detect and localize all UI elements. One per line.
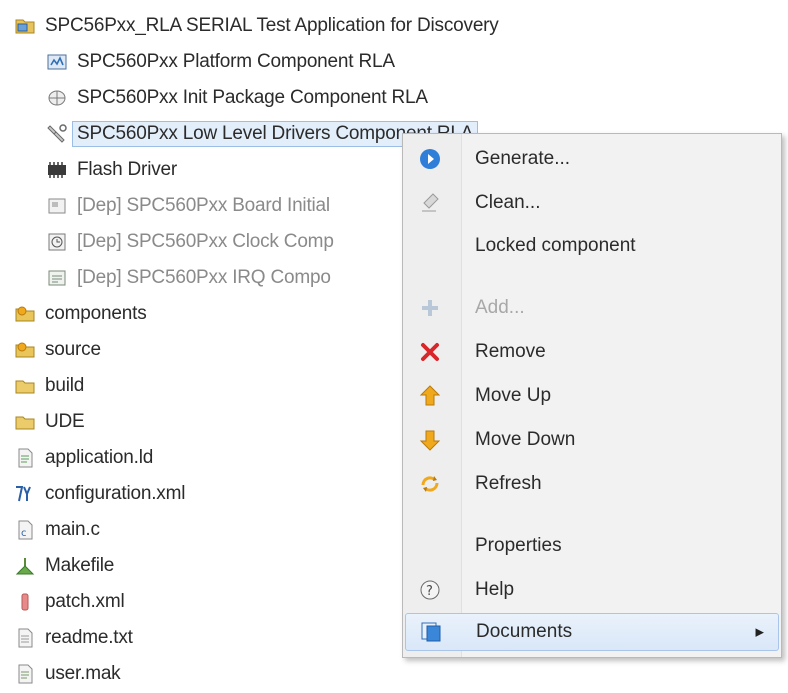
clean-icon <box>417 190 443 216</box>
menu-item-clean[interactable]: Clean... <box>405 184 779 222</box>
menu-item-label: Clean... <box>475 192 541 213</box>
submenu-arrow-icon: ▶ <box>755 626 764 639</box>
generate-icon <box>417 146 443 172</box>
tree-item-label: SPC56Pxx_RLA SERIAL Test Application for… <box>45 15 499 36</box>
menu-item-label: Locked component <box>475 235 636 256</box>
ld-file-icon <box>14 447 36 469</box>
tree-item-label: build <box>45 375 85 396</box>
tree-item-makefile[interactable]: Makefile <box>14 550 114 582</box>
c-file-icon: c <box>14 519 36 541</box>
tree-item-label: application.ld <box>45 447 154 468</box>
xml-config-icon <box>14 483 36 505</box>
tree-item-board-init[interactable]: [Dep] SPC560Pxx Board Initial <box>46 190 330 222</box>
tree-item-label: [Dep] SPC560Pxx Board Initial <box>77 195 330 216</box>
tree-item-user-mak[interactable]: user.mak <box>14 658 121 690</box>
menu-item-locked-component[interactable]: Locked component <box>405 227 779 265</box>
documents-icon <box>418 619 444 645</box>
tree-item-application-ld[interactable]: application.ld <box>14 442 153 474</box>
menu-item-move-down[interactable]: Move Down <box>405 421 779 459</box>
tree-item-label: UDE <box>45 411 85 432</box>
tree-item-label: user.mak <box>45 663 121 684</box>
menu-item-label: Add... <box>475 297 525 318</box>
menu-item-move-up[interactable]: Move Up <box>405 377 779 415</box>
tree-item-patch-xml[interactable]: patch.xml <box>14 586 125 618</box>
tree-item-main-c[interactable]: c main.c <box>14 514 100 546</box>
tree-item-label: SPC560Pxx Init Package Component RLA <box>77 87 428 108</box>
menu-item-label: Move Up <box>475 385 552 406</box>
menu-item-no-icon <box>417 233 443 259</box>
tree-item-project[interactable]: SPC56Pxx_RLA SERIAL Test Application for… <box>14 10 499 42</box>
tree-item-label: patch.xml <box>45 591 125 612</box>
flash-driver-icon <box>46 159 68 181</box>
menu-item-remove[interactable]: Remove <box>405 333 779 371</box>
mak-file-icon <box>14 663 36 685</box>
tree-item-platform-component[interactable]: SPC560Pxx Platform Component RLA <box>46 46 395 78</box>
board-init-icon <box>46 195 68 217</box>
tree-item-configuration-xml[interactable]: configuration.xml <box>14 478 185 510</box>
move-up-icon <box>417 383 443 409</box>
xml-file-icon <box>14 591 36 613</box>
makefile-icon <box>14 555 36 577</box>
project-icon <box>14 15 36 37</box>
menu-item-label: Documents <box>476 621 573 642</box>
folder-icon <box>14 375 36 397</box>
tree-item-label: source <box>45 339 101 360</box>
menu-item-label: Refresh <box>475 473 542 494</box>
menu-item-help[interactable]: ? Help <box>405 571 779 609</box>
add-icon <box>417 295 443 321</box>
remove-icon <box>417 339 443 365</box>
tree-item-irq-component[interactable]: [Dep] SPC560Pxx IRQ Compo <box>46 262 331 294</box>
tree-item-label: readme.txt <box>45 627 133 648</box>
svg-text:c: c <box>21 528 26 539</box>
tree-item-ude-folder[interactable]: UDE <box>14 406 85 438</box>
tree-item-readme-txt[interactable]: readme.txt <box>14 622 133 654</box>
tree-item-label: Makefile <box>45 555 115 576</box>
irq-component-icon <box>46 267 68 289</box>
menu-item-label: Move Down <box>475 429 576 450</box>
tree-item-flash-driver[interactable]: Flash Driver <box>46 154 177 186</box>
menu-item-label: Generate... <box>475 148 571 169</box>
menu-item-label: Help <box>475 579 515 600</box>
menu-item-add[interactable]: Add... <box>405 289 779 327</box>
help-icon: ? <box>417 577 443 603</box>
tree-item-init-package[interactable]: SPC560Pxx Init Package Component RLA <box>46 82 428 114</box>
tree-item-label: SPC560Pxx Platform Component RLA <box>77 51 395 72</box>
menu-item-label: Remove <box>475 341 546 362</box>
clock-component-icon <box>46 231 68 253</box>
source-folder-icon <box>14 339 36 361</box>
tree-item-clock-component[interactable]: [Dep] SPC560Pxx Clock Comp <box>46 226 334 258</box>
tree-item-label: configuration.xml <box>45 483 186 504</box>
source-folder-icon <box>14 303 36 325</box>
tree-item-label: [Dep] SPC560Pxx Clock Comp <box>77 231 334 252</box>
tree-item-source-folder[interactable]: source <box>14 334 101 366</box>
menu-item-label: Properties <box>475 535 562 556</box>
tree-item-label: [Dep] SPC560Pxx IRQ Compo <box>77 267 331 288</box>
tree-item-label: Flash Driver <box>77 159 178 180</box>
menu-item-refresh[interactable]: Refresh <box>405 465 779 503</box>
menu-item-generate[interactable]: Generate... <box>405 140 779 178</box>
menu-item-documents[interactable]: Documents ▶ <box>405 613 779 651</box>
tree-item-components-folder[interactable]: components <box>14 298 147 330</box>
platform-component-icon <box>46 51 68 73</box>
menu-item-no-icon <box>417 533 443 559</box>
svg-text:?: ? <box>426 584 433 599</box>
folder-icon <box>14 411 36 433</box>
context-menu: Generate... Clean... Locked component Ad… <box>402 133 782 658</box>
init-package-icon <box>46 87 68 109</box>
tree-item-build-folder[interactable]: build <box>14 370 84 402</box>
low-level-drivers-icon <box>46 123 68 145</box>
menu-item-properties[interactable]: Properties <box>405 527 779 565</box>
refresh-icon <box>417 471 443 497</box>
tree-item-label: components <box>45 303 147 324</box>
text-file-icon <box>14 627 36 649</box>
tree-item-label: main.c <box>45 519 100 540</box>
move-down-icon <box>417 427 443 453</box>
